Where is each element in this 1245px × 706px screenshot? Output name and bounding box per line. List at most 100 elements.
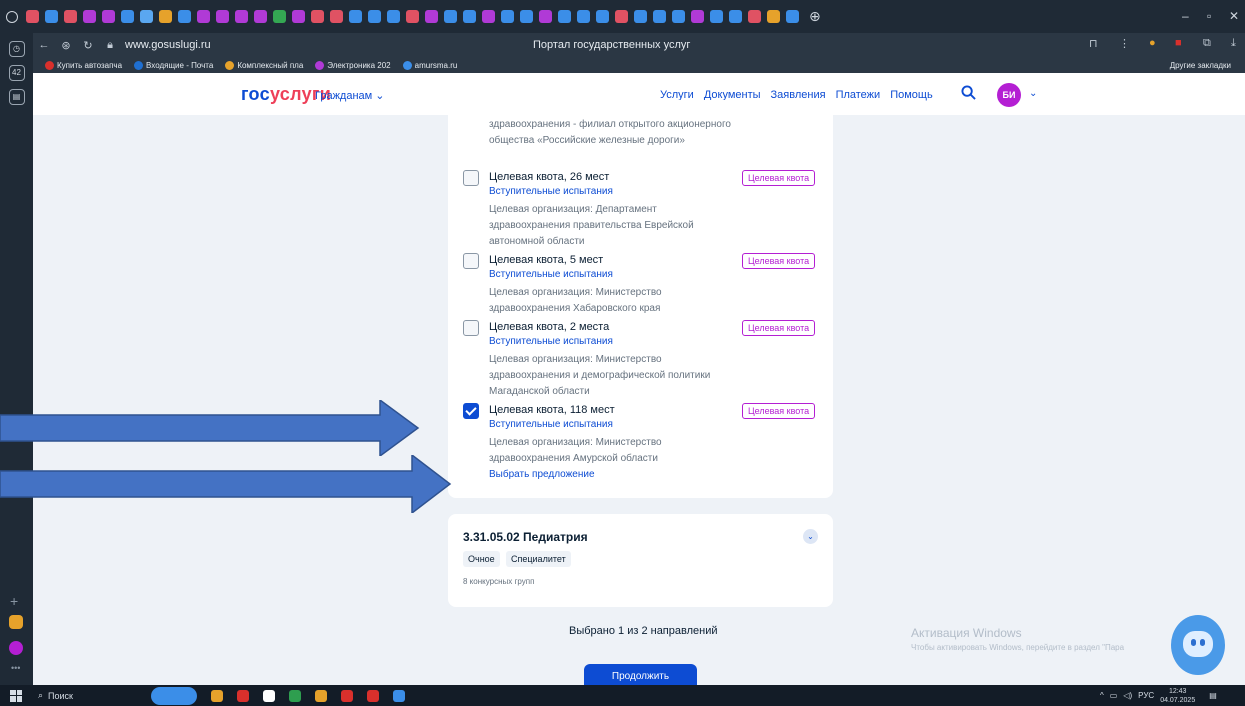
- close-icon[interactable]: ✕: [1229, 9, 1239, 23]
- browser-tab-icon[interactable]: [558, 10, 571, 23]
- bookmark-item[interactable]: Входящие - Почта: [134, 60, 213, 70]
- collections-icon[interactable]: ▤: [8, 89, 25, 105]
- browser-tab-icon[interactable]: [786, 10, 799, 23]
- browser-tab-icon[interactable]: [710, 10, 723, 23]
- language-indicator[interactable]: РУС: [1138, 691, 1154, 700]
- back-icon[interactable]: ←: [33, 39, 55, 51]
- browser-tab-icon[interactable]: [121, 10, 134, 23]
- browser-tab-icon[interactable]: [45, 10, 58, 23]
- browser-tab-icon[interactable]: [349, 10, 362, 23]
- browser-tab-icon[interactable]: [140, 10, 153, 23]
- clock[interactable]: 12:43 04.07.2025: [1160, 687, 1195, 705]
- browser-tab-icon[interactable]: [501, 10, 514, 23]
- other-bookmarks[interactable]: Другие закладки: [1170, 61, 1231, 70]
- windows-start-icon[interactable]: [10, 689, 22, 702]
- minimize-icon[interactable]: –: [1182, 9, 1189, 23]
- panel-app-icon[interactable]: [9, 641, 23, 655]
- assistant-robot-icon[interactable]: [1171, 615, 1225, 675]
- browser-tab-icon[interactable]: [273, 10, 286, 23]
- quota-checkbox[interactable]: [463, 170, 479, 186]
- browser-tab-icon[interactable]: [406, 10, 419, 23]
- quota-checkbox-checked[interactable]: [463, 403, 479, 419]
- browser-tab-icon[interactable]: [387, 10, 400, 23]
- chevron-down-icon[interactable]: ⌄: [1029, 88, 1037, 99]
- tray-chevron-icon[interactable]: ^: [1100, 691, 1104, 700]
- browser-tab-icon[interactable]: [254, 10, 267, 23]
- download-icon[interactable]: ⤓: [1231, 37, 1236, 50]
- taskbar-app-icon[interactable]: [289, 689, 301, 702]
- taskbar-app-icon[interactable]: [341, 689, 353, 702]
- browser-tab-icon[interactable]: [672, 10, 685, 23]
- browser-tab-icon[interactable]: [83, 10, 96, 23]
- browser-tab-icon[interactable]: [729, 10, 742, 23]
- browser-tab-icon[interactable]: [748, 10, 761, 23]
- entrance-exams-link[interactable]: Вступительные испытания: [489, 269, 613, 280]
- tracking-protection-icon[interactable]: ⊛: [55, 39, 77, 52]
- taskbar-app-icon[interactable]: [263, 689, 275, 702]
- bookmark-item[interactable]: Электроника 202: [315, 60, 391, 70]
- new-tab-icon[interactable]: ⊕: [809, 8, 821, 25]
- browser-tab-icon[interactable]: [691, 10, 704, 23]
- browser-tab-icon[interactable]: [216, 10, 229, 23]
- restore-icon[interactable]: ▫: [1207, 9, 1211, 23]
- taskbar-app-icon[interactable]: [315, 689, 327, 702]
- bookmark-item[interactable]: amursma.ru: [402, 60, 457, 70]
- browser-tab-icon[interactable]: [482, 10, 495, 23]
- browser-tab-icon[interactable]: [767, 10, 780, 23]
- weather-widget-icon[interactable]: [151, 686, 197, 705]
- browser-tab-icon[interactable]: [26, 10, 39, 23]
- browser-tab-icon[interactable]: [235, 10, 248, 23]
- entrance-exams-link[interactable]: Вступительные испытания: [489, 419, 613, 430]
- browser-tab-icon[interactable]: [520, 10, 533, 23]
- browser-tab-icon[interactable]: [159, 10, 172, 23]
- volume-icon[interactable]: ◁): [1123, 691, 1132, 700]
- entrance-exams-link[interactable]: Вступительные испытания: [489, 186, 613, 197]
- browser-tab-icon[interactable]: [64, 10, 77, 23]
- audience-selector[interactable]: Гражданам ⌄: [315, 89, 385, 102]
- browser-tab-icon[interactable]: [197, 10, 210, 23]
- browser-tab-icon[interactable]: [425, 10, 438, 23]
- avatar[interactable]: БИ: [997, 83, 1021, 107]
- browser-tab-icon[interactable]: [463, 10, 476, 23]
- specialty-card[interactable]: 3.31.05.02 Педиатрия ⌄ Очное Специалитет…: [448, 514, 833, 607]
- browser-tab-icon[interactable]: [539, 10, 552, 23]
- choose-offer-link[interactable]: Выбрать предложение: [489, 469, 595, 480]
- browser-tab-icon[interactable]: [444, 10, 457, 23]
- search-icon[interactable]: [961, 85, 976, 100]
- panel-app-icon[interactable]: [9, 615, 23, 629]
- taskbar-app-icon[interactable]: [211, 689, 223, 702]
- taskbar-search[interactable]: ⌕ Поиск: [38, 690, 73, 701]
- browser-tab-icon[interactable]: [102, 10, 115, 23]
- bookmark-icon[interactable]: ⊓: [1089, 37, 1098, 50]
- taskbar-app-icon[interactable]: [367, 689, 379, 702]
- browser-tab-icon[interactable]: [368, 10, 381, 23]
- add-panel-icon[interactable]: +: [10, 593, 18, 609]
- notifications-icon[interactable]: ▤: [1209, 691, 1217, 700]
- continue-button[interactable]: Продолжить: [584, 664, 697, 685]
- browser-tab-icon[interactable]: [653, 10, 666, 23]
- extension-icon[interactable]: ●: [1149, 37, 1156, 49]
- more-icon[interactable]: •••: [11, 663, 20, 673]
- taskbar-app-icon[interactable]: [393, 689, 405, 702]
- browser-tab-icon[interactable]: [634, 10, 647, 23]
- taskbar-app-icon[interactable]: [237, 689, 249, 702]
- quota-checkbox[interactable]: [463, 253, 479, 269]
- vpn-flag-icon[interactable]: ■: [1175, 37, 1182, 49]
- history-icon[interactable]: ◷: [8, 41, 25, 57]
- network-icon[interactable]: ▭: [1110, 691, 1118, 700]
- reload-icon[interactable]: ↻: [77, 39, 99, 52]
- url-field[interactable]: www.gosuslugi.ru: [125, 39, 211, 51]
- menu-dots-icon[interactable]: ⋮: [1119, 37, 1130, 50]
- browser-tab-icon[interactable]: [577, 10, 590, 23]
- browser-tab-icon[interactable]: [178, 10, 191, 23]
- bookmark-item[interactable]: Комплексный пла: [225, 60, 303, 70]
- sidebar-icon[interactable]: ⧉: [1203, 37, 1211, 50]
- browser-tab-icon[interactable]: [330, 10, 343, 23]
- browser-tab-icon[interactable]: [615, 10, 628, 23]
- browser-tab-icon[interactable]: [596, 10, 609, 23]
- browser-tab-icon[interactable]: [292, 10, 305, 23]
- browser-menu-icon[interactable]: [6, 10, 18, 23]
- bookmark-item[interactable]: Купить автозапча: [45, 60, 122, 70]
- browser-tab-icon[interactable]: [311, 10, 324, 23]
- nav-payments[interactable]: Платежи: [836, 89, 881, 101]
